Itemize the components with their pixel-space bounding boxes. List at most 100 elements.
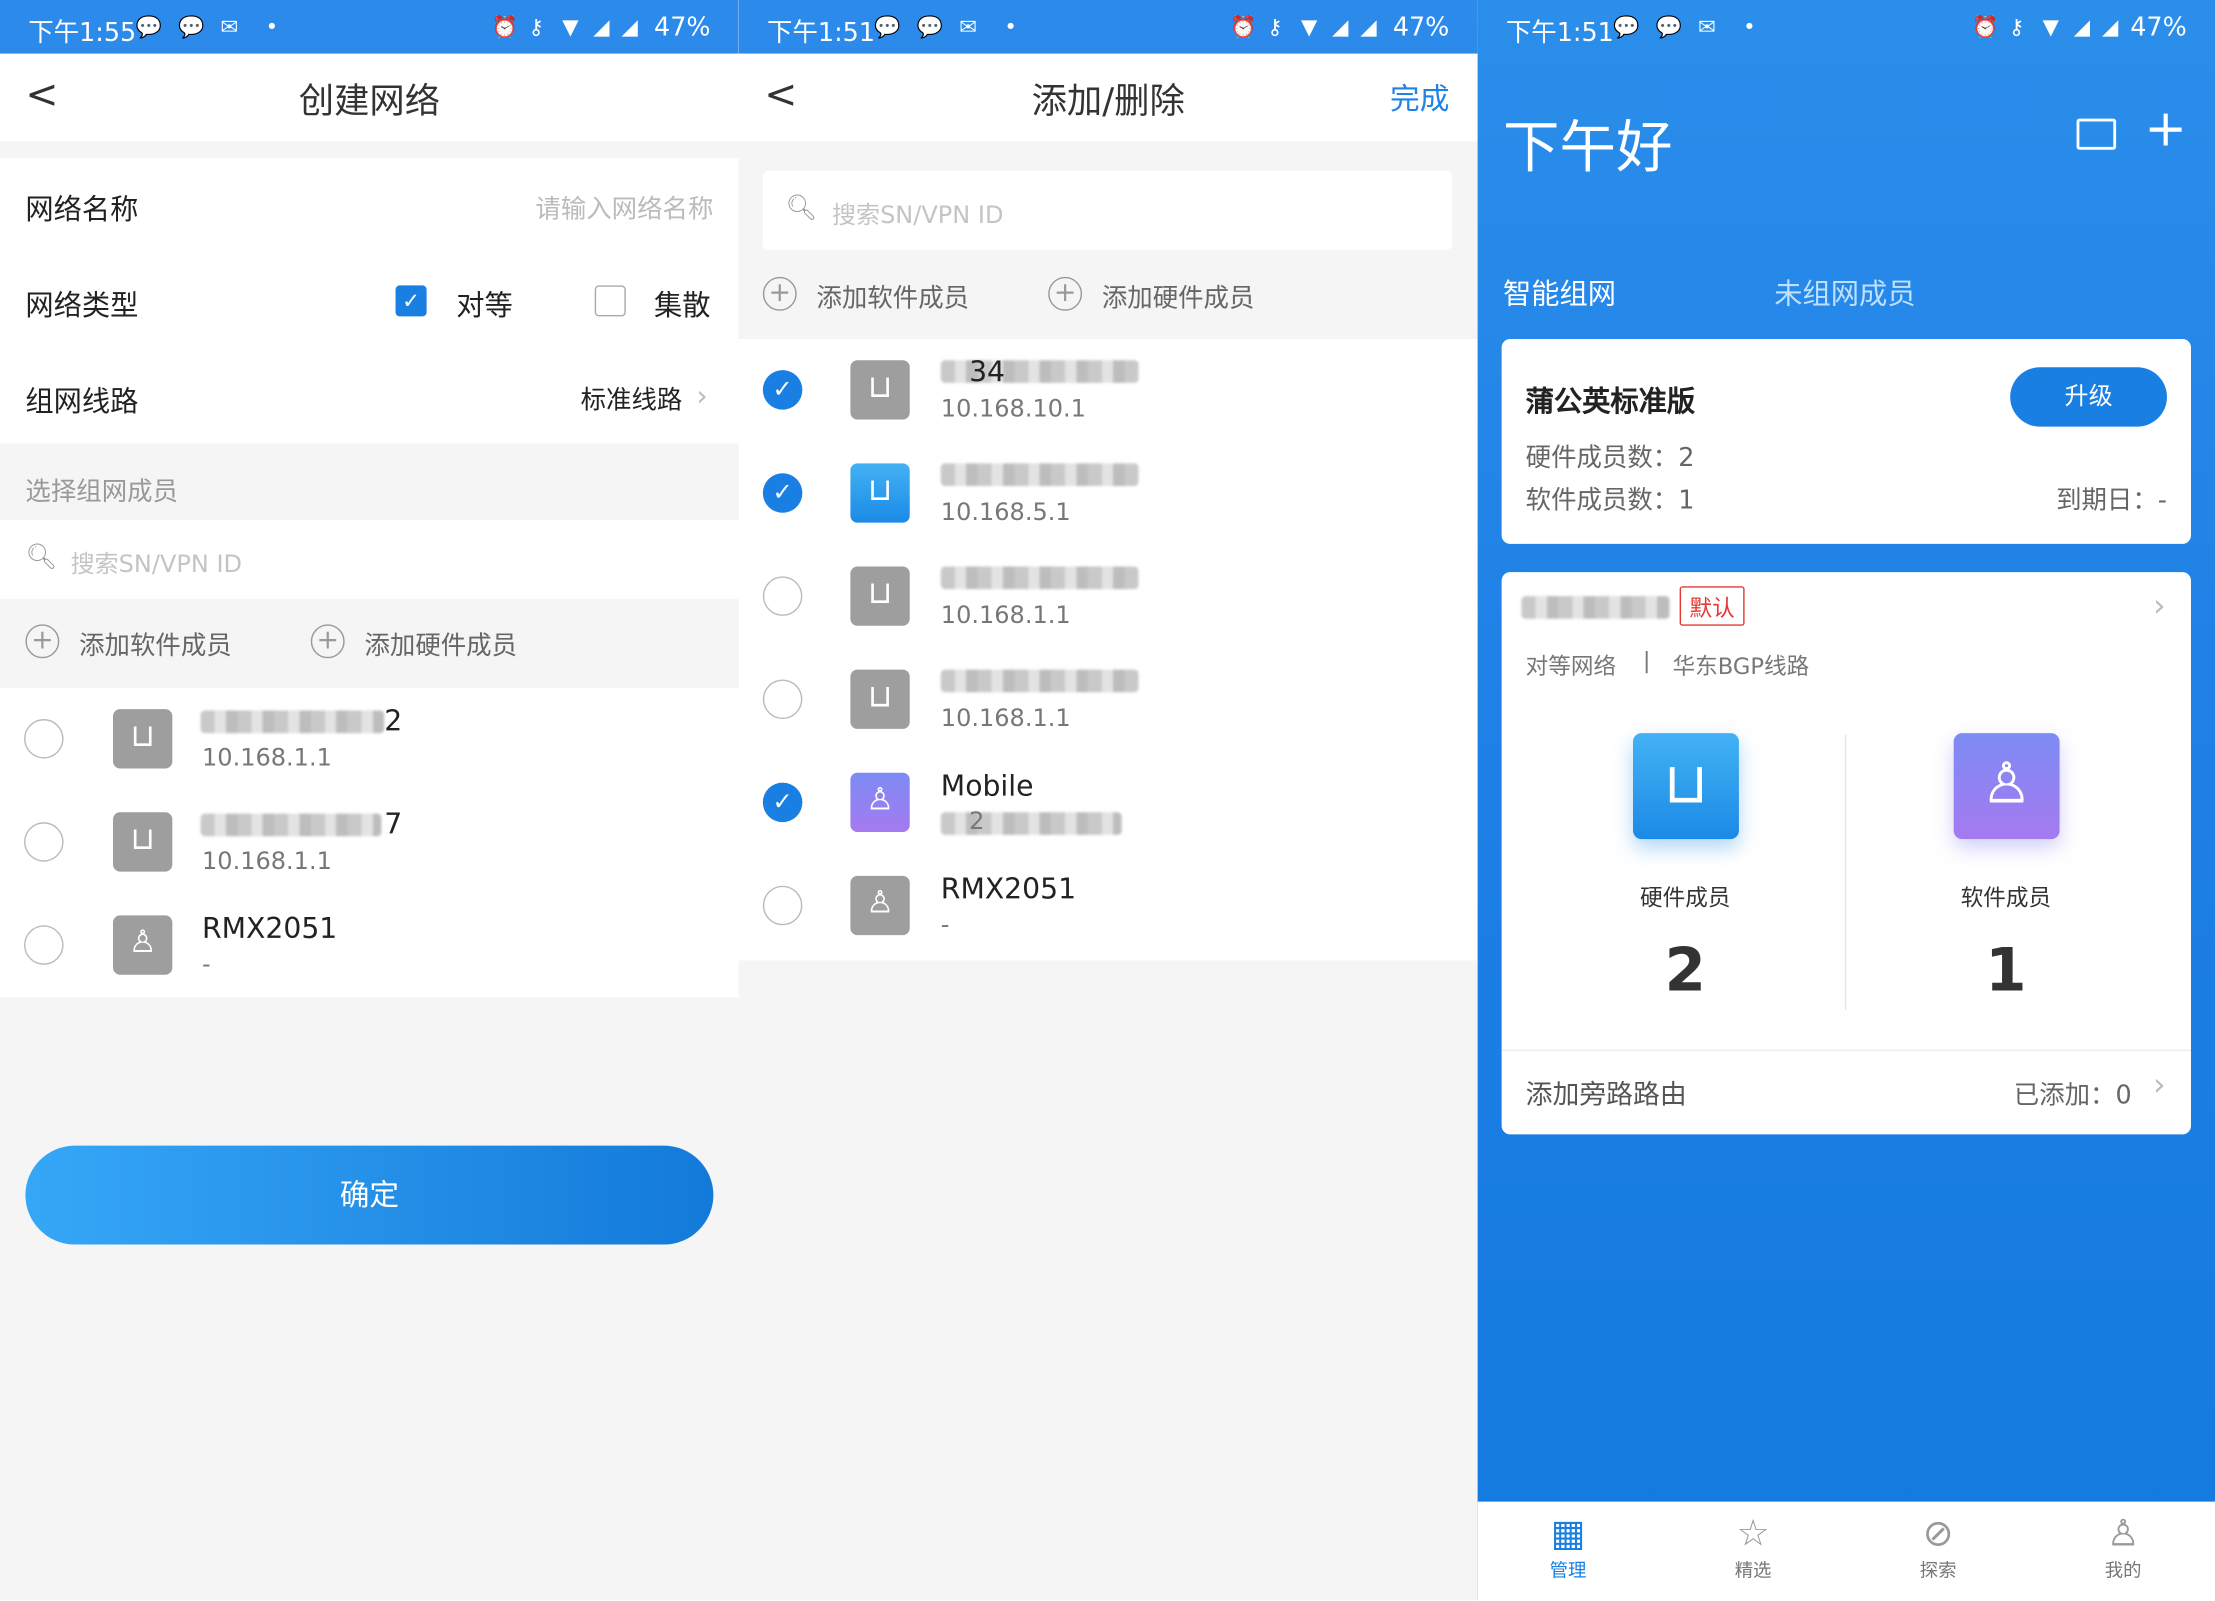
hardware-member-number: 2 <box>1664 935 1706 1005</box>
radio-unchecked-icon[interactable] <box>762 576 803 616</box>
route-value: 标准线路 <box>580 385 683 416</box>
router-icon: ⊔ <box>113 709 173 769</box>
search-bar[interactable]: 🔍︎ 搜索SN/VPN ID <box>762 170 1453 251</box>
bypass-route-button[interactable]: 添加旁路路由 <box>1526 1074 1687 1112</box>
add-hardware-icon[interactable]: + <box>310 624 345 659</box>
list-item[interactable]: ♙ RMX2051 - <box>0 894 739 997</box>
upgrade-button[interactable]: 升级 <box>2010 367 2167 427</box>
list-item[interactable]: ♙ RMX2051 - <box>739 855 1478 958</box>
grid-icon: ▦ <box>1550 1512 1586 1556</box>
radio-unchecked-icon[interactable] <box>762 679 803 720</box>
confirm-button[interactable]: 确定 <box>25 1145 714 1245</box>
add-software-icon[interactable]: + <box>762 276 797 311</box>
add-hardware-button[interactable]: 添加硬件成员 <box>1102 278 1255 315</box>
tab-mine[interactable]: ♙ 我的 <box>2067 1513 2180 1582</box>
wifi-icon: ▼ <box>1301 14 1318 40</box>
radio-unchecked-icon[interactable] <box>24 719 64 759</box>
nav-bar: < 创建网络 <box>0 53 739 142</box>
router-icon: ⊔ <box>113 812 173 872</box>
dot-icon: • <box>1004 14 1017 40</box>
add-software-button[interactable]: 添加软件成员 <box>817 278 970 315</box>
add-icon[interactable]: + <box>2144 101 2187 159</box>
star-icon: ☆ <box>1736 1512 1770 1556</box>
blurred-id <box>940 812 1122 835</box>
list-item[interactable]: ✓ ⊔ 10.168.5.1 <box>739 442 1478 545</box>
member-name: RMX2051 <box>940 871 1077 906</box>
route-row[interactable]: 组网线路 标准线路 › <box>0 350 739 444</box>
member-list: ⊔ 2 10.168.1.1 ⊔ 7 10.168.1.1 ♙ RMX2051 … <box>0 687 739 998</box>
hardware-router-icon[interactable]: ⊔ <box>1633 733 1739 840</box>
checked-circle-icon[interactable]: ✓ <box>762 370 803 410</box>
mail-icon[interactable] <box>2076 118 2117 150</box>
member-name: Mobile <box>940 768 1034 803</box>
tab-smart-network[interactable]: 智能组网 <box>1503 271 1616 312</box>
wifi-icon: ▼ <box>562 14 579 40</box>
list-item[interactable]: ✓ ♙ Mobile 2 <box>739 752 1478 855</box>
router-icon: ⊔ <box>850 463 910 523</box>
search-bar[interactable]: 🔍︎ 搜索SN/VPN ID <box>0 519 739 599</box>
add-software-icon[interactable]: + <box>25 624 60 659</box>
tab-featured[interactable]: ☆ 精选 <box>1697 1513 1810 1582</box>
tab-unnetworked-members[interactable]: 未组网成员 <box>1774 271 1915 312</box>
search-input[interactable]: 搜索SN/VPN ID <box>832 195 1003 230</box>
dot-icon: • <box>265 14 279 40</box>
alarm-icon: ⏰ <box>1230 14 1257 40</box>
checkbox-checked-icon[interactable]: ✓ <box>395 285 427 317</box>
network-name-label: 网络名称 <box>25 192 139 227</box>
add-hardware-button[interactable]: 添加硬件成员 <box>364 626 517 663</box>
search-input[interactable]: 搜索SN/VPN ID <box>71 544 242 579</box>
add-hardware-icon[interactable]: + <box>1048 276 1083 311</box>
blurred-name <box>200 710 385 734</box>
chevron-right-icon: › <box>2153 1067 2166 1104</box>
tab-manage[interactable]: ▦ 管理 <box>1512 1513 1625 1582</box>
blurred-name <box>940 566 1139 590</box>
software-member-count: 软件成员数：1 <box>1525 485 1695 516</box>
wechat-icon: 💬 <box>1613 14 1640 40</box>
separator: | <box>1642 646 1651 674</box>
radio-unchecked-icon[interactable] <box>24 822 64 862</box>
network-card[interactable]: 默认 › 对等网络 | 华东BGP线路 ⊔ 硬件成员 2 ♙ 软件成员 1 添加… <box>1501 572 2191 1135</box>
list-item[interactable]: ⊔ 7 10.168.1.1 <box>0 791 739 894</box>
page-title: 创建网络 <box>298 80 441 122</box>
member-name: RMX2051 <box>202 911 338 946</box>
member-list: ✓ ⊔ 34 10.168.10.1 ✓ ⊔ 10.168.5.1 ⊔ 10.1… <box>738 339 1478 961</box>
member-ip: 10.168.5.1 <box>940 498 1071 527</box>
expiry-date: 到期日：- <box>2056 485 2167 516</box>
radio-unchecked-icon[interactable] <box>762 885 803 926</box>
network-type: 对等网络 <box>1525 652 1617 680</box>
person-icon: ♙ <box>2106 1512 2140 1556</box>
compass-icon: ⊘ <box>1922 1512 1954 1556</box>
checked-circle-icon[interactable]: ✓ <box>762 473 803 513</box>
software-user-icon[interactable]: ♙ <box>1953 733 2060 840</box>
add-software-button[interactable]: 添加软件成员 <box>79 626 232 663</box>
plan-card: 蒲公英标准版 升级 硬件成员数：2 软件成员数：1 到期日：- <box>1501 339 2191 544</box>
status-time: 下午1:55 <box>28 18 137 49</box>
dot-icon: • <box>1743 14 1756 40</box>
wifi-icon: ▼ <box>2042 14 2059 40</box>
list-item[interactable]: ✓ ⊔ 34 10.168.10.1 <box>739 339 1478 442</box>
list-item[interactable]: ⊔ 10.168.1.1 <box>739 545 1478 648</box>
done-button[interactable]: 完成 <box>1390 76 1449 118</box>
blurred-network-name <box>1521 596 1670 619</box>
member-ip: 2 <box>969 808 985 837</box>
option-hub-label: 集散 <box>654 288 711 323</box>
wechat-icon: 💬 <box>135 14 163 40</box>
router-icon: ⊔ <box>850 360 910 420</box>
section-label: 选择组网成员 <box>25 477 178 508</box>
checked-circle-icon[interactable]: ✓ <box>762 782 803 823</box>
radio-unchecked-icon[interactable] <box>24 925 64 965</box>
signal-icon: ◢ <box>593 14 610 40</box>
user-icon: ♙ <box>850 875 910 936</box>
network-name-input[interactable]: 请输入网络名称 <box>535 189 713 226</box>
nav-bar: < 添加/删除 完成 <box>738 53 1478 142</box>
list-item[interactable]: ⊔ 10.168.1.1 <box>739 648 1478 751</box>
checkbox-unchecked-icon[interactable] <box>594 285 626 317</box>
tab-explore[interactable]: ⊘ 探索 <box>1882 1513 1995 1582</box>
network-name-row: 网络名称 请输入网络名称 <box>0 158 739 255</box>
list-item[interactable]: ⊔ 2 10.168.1.1 <box>0 688 739 791</box>
alarm-icon: ⏰ <box>1972 14 1999 40</box>
hardware-member-count: 硬件成员数：2 <box>1525 443 1695 474</box>
plan-title: 蒲公英标准版 <box>1525 384 1696 419</box>
signal-icon: ◢ <box>621 14 638 40</box>
page-title: 添加/删除 <box>1031 80 1185 122</box>
